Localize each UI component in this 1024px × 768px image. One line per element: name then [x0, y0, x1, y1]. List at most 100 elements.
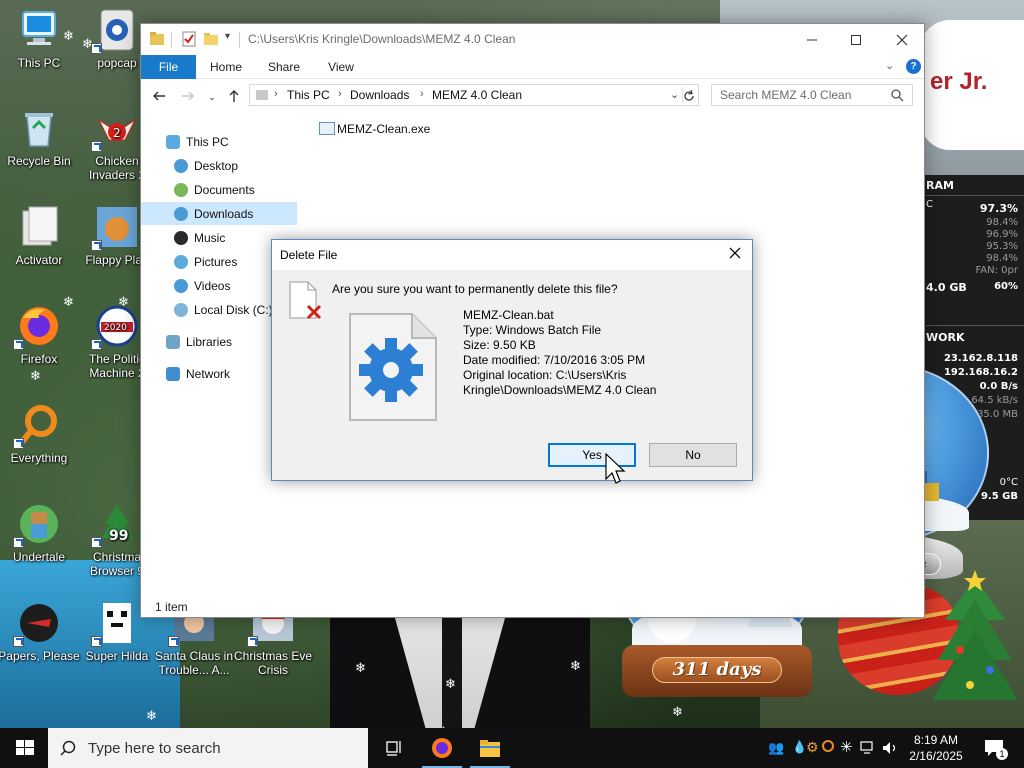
- nav-item-libraries[interactable]: Libraries: [166, 331, 232, 353]
- dialog-close-button[interactable]: [720, 240, 750, 270]
- nav-item-label: Videos: [194, 279, 231, 293]
- nav-item-this-pc[interactable]: This PC: [166, 131, 229, 153]
- recent-locations-button[interactable]: ⌄: [203, 88, 221, 106]
- batch-file-gear-icon: [349, 313, 437, 421]
- task-view-button[interactable]: [370, 728, 418, 768]
- taskbar-app-file-explorer[interactable]: [466, 728, 514, 768]
- nav-item-documents[interactable]: Documents: [174, 179, 255, 201]
- gadget-ram-row: 98.4%: [986, 253, 1018, 264]
- nav-item-downloads[interactable]: Downloads: [174, 203, 254, 225]
- water-drop-icon[interactable]: 💧: [792, 740, 807, 754]
- desktop-icon-this-pc[interactable]: This PC: [0, 8, 81, 70]
- desktop-icon-label: Undertale: [12, 550, 66, 564]
- no-button[interactable]: No: [649, 443, 737, 467]
- taskbar-clock[interactable]: 8:19 AM 2/16/2025: [900, 732, 972, 764]
- refresh-button[interactable]: [682, 89, 696, 103]
- minimize-button[interactable]: [789, 24, 835, 55]
- gadget-net-header: WORK: [926, 331, 965, 344]
- libraries-icon: [166, 335, 180, 349]
- desktop-icon-everything[interactable]: Everything: [0, 403, 81, 465]
- start-button[interactable]: [0, 728, 48, 768]
- gadget-ram-row: 95.3%: [986, 241, 1018, 252]
- nav-item-label: Pictures: [194, 255, 238, 269]
- dialog-question: Are you sure you want to permanently del…: [332, 282, 618, 296]
- dialog-title-bar[interactable]: Delete File: [272, 240, 752, 270]
- nav-item-desktop[interactable]: Desktop: [174, 155, 238, 177]
- clock-time: 8:19 AM: [913, 733, 959, 747]
- desktop-icon-papers-please[interactable]: Papers, Please: [0, 601, 81, 663]
- task-view-icon: [386, 741, 401, 756]
- window-title: C:\Users\Kris Kringle\Downloads\MEMZ 4.0…: [248, 32, 516, 46]
- firefox-icon: [432, 738, 452, 758]
- network-icon: [166, 367, 180, 381]
- expand-ribbon-icon[interactable]: ⌄: [885, 59, 894, 72]
- desktop-icon-label: Super Hilda: [85, 649, 149, 663]
- desktop-icon-firefox[interactable]: Firefox: [0, 304, 81, 366]
- desktop-icon-activator[interactable]: Activator: [0, 205, 81, 267]
- tab-file[interactable]: File: [141, 55, 196, 79]
- nav-item-music[interactable]: Music: [174, 227, 226, 249]
- help-icon[interactable]: ?: [906, 59, 921, 74]
- breadcrumb-this-pc[interactable]: This PC: [287, 88, 330, 102]
- videos-folder-icon: [174, 279, 188, 293]
- network-icon[interactable]: [860, 741, 876, 755]
- maximize-icon: [851, 34, 861, 45]
- folder-icon: [150, 32, 164, 45]
- desktop-icon-undertale[interactable]: Undertale: [0, 502, 81, 564]
- nav-item-network[interactable]: Network: [166, 363, 230, 385]
- maximize-button[interactable]: [833, 24, 879, 55]
- tab-home[interactable]: Home: [201, 55, 251, 79]
- customize-quick-access-icon[interactable]: ▾: [225, 31, 230, 42]
- title-divider: [171, 32, 172, 48]
- breadcrumb-memz-folder[interactable]: MEMZ 4.0 Clean: [432, 88, 522, 102]
- downloads-folder-icon: [174, 207, 188, 221]
- new-folder-icon[interactable]: [203, 31, 219, 47]
- explorer-title-bar[interactable]: ▾ C:\Users\Kris Kringle\Downloads\MEMZ 4…: [141, 24, 924, 55]
- back-button[interactable]: [150, 88, 168, 106]
- taskbar-search-placeholder: Type here to search: [88, 740, 221, 757]
- exe-file-icon: [319, 122, 335, 135]
- desktop-icon-label: Activator: [15, 253, 63, 267]
- close-button[interactable]: [879, 24, 925, 55]
- days-counter-plaque: 311 days: [652, 657, 782, 683]
- everything-icon: [13, 403, 61, 449]
- taskbar-search-box[interactable]: Type here to search: [48, 728, 368, 768]
- properties-icon[interactable]: [181, 31, 197, 47]
- desktop-icon-label: Christmas Eve Crisis: [233, 649, 313, 677]
- snowflake-tray-icon[interactable]: ✳: [840, 738, 853, 756]
- tab-share[interactable]: Share: [259, 55, 309, 79]
- detail-original-location: Original location: C:\Users\Kris: [463, 368, 627, 382]
- up-button[interactable]: [225, 88, 243, 106]
- clock-date: 2/16/2025: [909, 749, 963, 763]
- people-icon[interactable]: 👥: [768, 740, 784, 756]
- super-hilda-icon: [91, 601, 139, 647]
- gadget-ram-header: RAM: [926, 179, 954, 192]
- christmas-tree-icon: [932, 570, 1018, 700]
- status-bar-item-count: 1 item: [155, 600, 188, 614]
- taskbar-app-firefox[interactable]: [418, 728, 466, 768]
- action-center-button[interactable]: 1: [976, 728, 1016, 768]
- nav-item-label: Downloads: [194, 207, 254, 221]
- address-row: ⌄ › This PC › Downloads › MEMZ 4.0 Clean…: [141, 79, 924, 113]
- nav-item-label: Music: [194, 231, 226, 245]
- wallpaper-banner-text: er Jr.: [930, 68, 988, 95]
- detail-original-location-cont: Kringle\Downloads\MEMZ 4.0 Clean: [463, 383, 657, 397]
- address-dropdown-icon[interactable]: ⌄: [670, 88, 679, 101]
- breadcrumb-separator-icon: ›: [274, 88, 278, 100]
- breadcrumb-downloads[interactable]: Downloads: [350, 88, 409, 102]
- nav-item-videos[interactable]: Videos: [174, 275, 231, 297]
- desktop-icon-label: Everything: [10, 451, 68, 465]
- snowflake: ❄: [672, 705, 683, 720]
- desktop-icon-recycle-bin[interactable]: Recycle Bin: [0, 106, 81, 168]
- address-bar[interactable]: › This PC › Downloads › MEMZ 4.0 Clean ⌄: [249, 84, 699, 106]
- volume-icon[interactable]: [882, 741, 898, 755]
- file-item[interactable]: MEMZ-Clean.exe: [319, 122, 430, 136]
- desktop-folder-icon: [174, 159, 188, 173]
- nav-item-local-disk[interactable]: Local Disk (C:): [174, 299, 273, 321]
- search-box[interactable]: Search MEMZ 4.0 Clean: [711, 84, 913, 106]
- gear-icon[interactable]: ⚙: [806, 739, 819, 756]
- tray-orange-icon[interactable]: [822, 740, 834, 752]
- nav-item-pictures[interactable]: Pictures: [174, 251, 238, 273]
- forward-button[interactable]: [179, 88, 197, 106]
- tab-view[interactable]: View: [316, 55, 366, 79]
